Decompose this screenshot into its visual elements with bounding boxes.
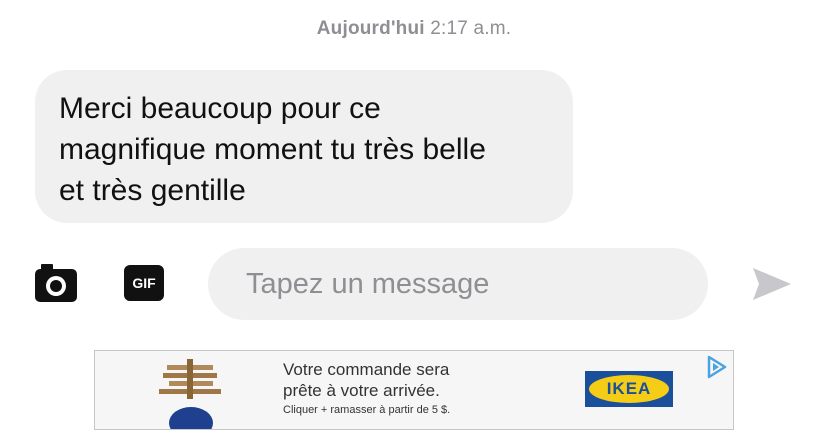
product-image: [151, 357, 231, 429]
message-timestamp: Aujourd'hui 2:17 a.m.: [0, 18, 828, 40]
gif-button[interactable]: GIF: [124, 265, 164, 301]
message-input[interactable]: [244, 266, 672, 302]
ikea-logo-text: IKEA: [589, 375, 669, 403]
timestamp-day: Aujourd'hui: [316, 18, 425, 39]
ad-line: prête à votre arrivée.: [283, 381, 440, 400]
ad-banner[interactable]: Votre commande sera prête à votre arrivé…: [94, 350, 734, 430]
ad-line: Votre commande sera: [283, 360, 450, 379]
message-composer[interactable]: [208, 248, 708, 320]
adchoices-icon[interactable]: [705, 355, 729, 379]
message-line: Merci beaucoup pour ce: [59, 92, 381, 125]
ad-subtext: Cliquer + ramasser à partir de 5 $.: [283, 404, 451, 416]
send-arrow-icon[interactable]: [752, 266, 792, 302]
received-message-bubble[interactable]: Merci beaucoup pour ce magnifique moment…: [35, 70, 573, 223]
message-line: et très gentille: [59, 174, 246, 207]
ad-headline: Votre commande sera prête à votre arrivé…: [283, 359, 449, 401]
camera-icon[interactable]: [35, 264, 77, 302]
message-line: magnifique moment tu très belle: [59, 133, 486, 166]
timestamp-time: 2:17 a.m.: [430, 18, 512, 39]
ikea-logo: IKEA: [585, 371, 673, 407]
